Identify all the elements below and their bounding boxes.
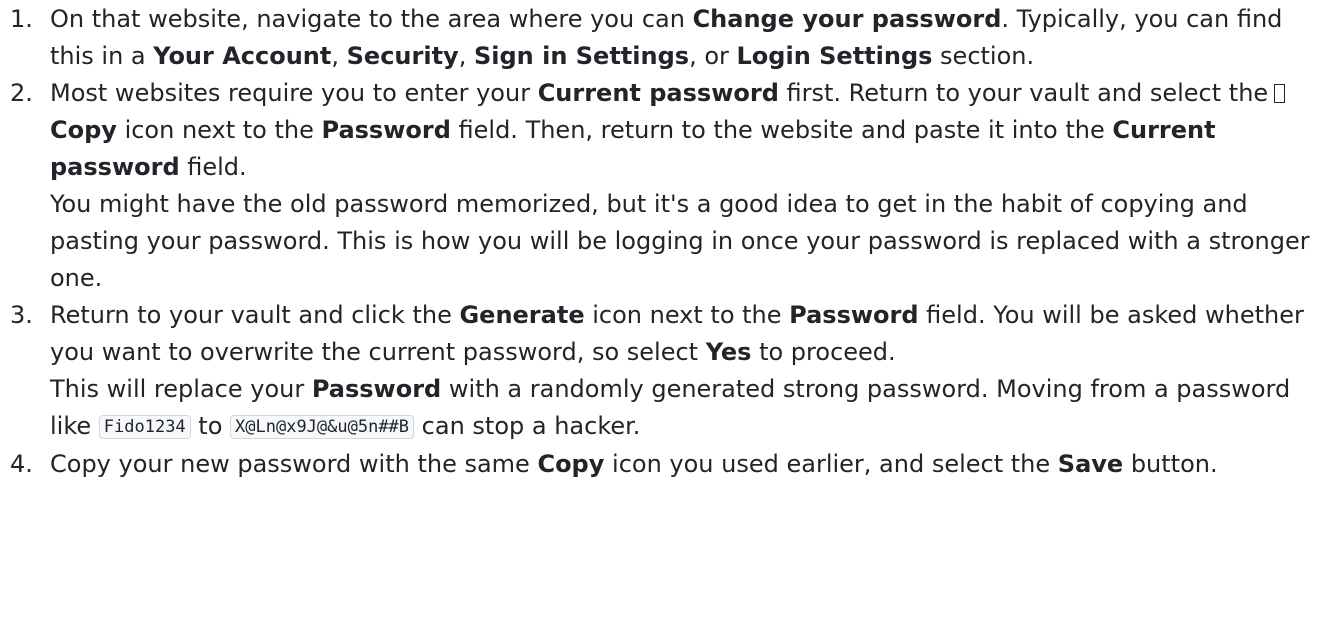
step-number: 3.	[10, 301, 33, 329]
step-number: 4.	[10, 450, 33, 478]
text-run: ,	[331, 42, 347, 70]
step-number: 2.	[10, 79, 33, 107]
code-sample-strong-password: X@Ln@x9J@&u@5n##B	[230, 415, 415, 439]
text-run: button.	[1123, 450, 1218, 478]
step-number: 1.	[10, 5, 33, 33]
text-run: Copy your new password with the same	[50, 450, 538, 478]
step-text: Return to your vault and click the Gener…	[50, 297, 1330, 371]
bold-term: Copy	[537, 450, 605, 478]
bold-term: Password	[321, 116, 451, 144]
step-text: Most websites require you to enter your …	[50, 75, 1330, 186]
step-text: On that website, navigate to the area wh…	[50, 1, 1330, 75]
bold-term: Current password	[537, 79, 779, 107]
bold-term: Password	[789, 301, 919, 329]
step-note: You might have the old password memorize…	[50, 190, 1310, 292]
text-run: first. Return to your vault and select t…	[778, 79, 1269, 107]
code-sample-weak-password: Fido1234	[98, 415, 191, 439]
text-run: On that website, navigate to the area wh…	[50, 5, 693, 33]
step-2: 2. Most websites require you to enter yo…	[10, 75, 1330, 297]
bold-term: Security	[346, 42, 459, 70]
text-run: section.	[932, 42, 1035, 70]
text-run: This will replace your	[50, 375, 312, 403]
text-run: field.	[179, 153, 247, 181]
copy-icon	[1274, 84, 1286, 103]
bold-term: Generate	[459, 301, 585, 329]
text-run: icon next to the	[584, 301, 790, 329]
bold-term: Password	[311, 375, 442, 403]
text-run: icon next to the	[116, 116, 322, 144]
bold-term: Yes	[705, 338, 752, 366]
text-run: icon you used earlier, and select the	[604, 450, 1058, 478]
bold-term: Copy	[50, 116, 117, 144]
step-text: Copy your new password with the same Cop…	[50, 446, 1330, 483]
text-run: Most websites require you to enter your	[50, 79, 538, 107]
bold-term: Your Account	[153, 42, 332, 70]
instruction-steps: 1. On that website, navigate to the area…	[10, 1, 1330, 483]
text-run: Return to your vault and click the	[50, 301, 460, 329]
text-run: ,	[458, 42, 474, 70]
text-run: to	[190, 412, 231, 440]
bold-term: Save	[1057, 450, 1124, 478]
step-1: 1. On that website, navigate to the area…	[10, 1, 1330, 75]
bold-term: Sign in Settings	[473, 42, 690, 70]
bold-term: Login Settings	[736, 42, 933, 70]
step-3: 3. Return to your vault and click the Ge…	[10, 297, 1330, 446]
text-run: to proceed.	[751, 338, 896, 366]
step-4: 4. Copy your new password with the same …	[10, 446, 1330, 483]
text-run: , or	[689, 42, 737, 70]
text-run: field. Then, return to the website and p…	[450, 116, 1113, 144]
text-run: can stop a hacker.	[414, 412, 641, 440]
bold-term: Change your password	[692, 5, 1002, 33]
step-note: This will replace your Password with a r…	[50, 371, 1330, 446]
